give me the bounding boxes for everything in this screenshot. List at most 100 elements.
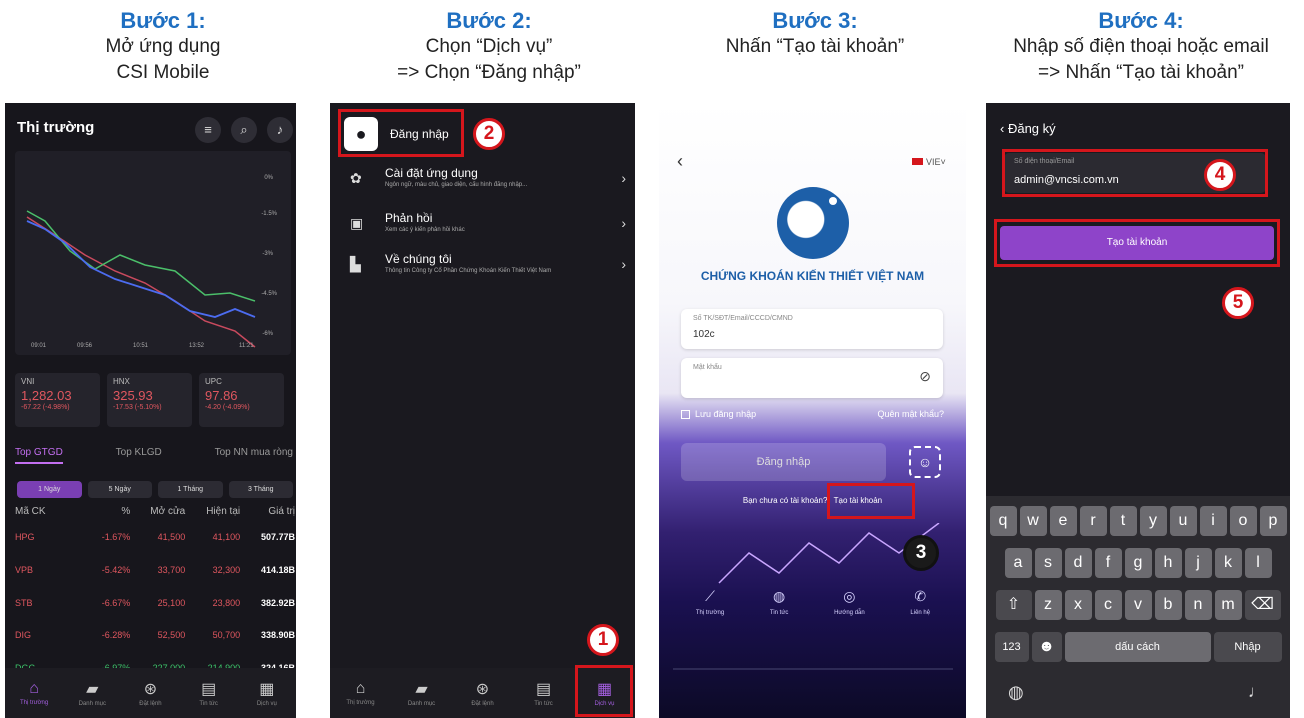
- key[interactable]: h: [1154, 548, 1182, 578]
- table-row[interactable]: DIG -6.28% 52,500 50,700 338.90B: [15, 630, 295, 640]
- globe-icon[interactable]: ◍: [1008, 682, 1024, 703]
- key[interactable]: d: [1064, 548, 1092, 578]
- eye-hidden-icon[interactable]: ⊘: [919, 368, 931, 385]
- index-card-upc[interactable]: UPC 97.86 -4.20 (-4.09%): [199, 373, 284, 427]
- chevron-right-icon: ›: [621, 256, 626, 272]
- key[interactable]: s: [1034, 548, 1062, 578]
- key[interactable]: o: [1229, 506, 1257, 536]
- key[interactable]: k: [1214, 548, 1242, 578]
- nav-label: Đặt lệnh: [471, 701, 494, 707]
- table-row[interactable]: VPB -5.42% 33,700 32,300 414.18B: [15, 565, 295, 575]
- key[interactable]: r: [1079, 506, 1107, 536]
- backspace-key-icon[interactable]: ⌫: [1244, 590, 1281, 620]
- nav-market[interactable]: ⟋ Thị trường: [696, 588, 724, 636]
- back-button[interactable]: ‹ Đăng ký: [1000, 121, 1056, 136]
- username-field[interactable]: Số TK/SĐT/Email/CCCD/CMND 102c: [681, 309, 943, 349]
- forgot-password-link[interactable]: Quên mật khẩu?: [877, 409, 944, 419]
- bell-icon[interactable]: ♪: [267, 117, 293, 143]
- key[interactable]: i: [1199, 506, 1227, 536]
- face-id-icon[interactable]: ☺: [909, 446, 941, 478]
- table-row[interactable]: STB -6.67% 25,100 23,800 382.92B: [15, 598, 295, 608]
- menu-feedback[interactable]: ▣ Phản hồi Xem các ý kiến phản hồi khác …: [350, 211, 626, 245]
- nav-news[interactable]: ▤ Tin tức: [184, 679, 234, 707]
- key[interactable]: t: [1109, 506, 1137, 536]
- tab-top-klgd[interactable]: Top KLGD: [116, 447, 162, 464]
- nav-contact[interactable]: ✆ Liên hệ: [910, 588, 930, 636]
- key[interactable]: q: [989, 506, 1017, 536]
- key[interactable]: e: [1049, 506, 1077, 536]
- index-card-vni[interactable]: VNI 1,282.03 -67.22 (-4.98%): [15, 373, 100, 427]
- search-icon[interactable]: ⌕: [231, 117, 257, 143]
- nav-news[interactable]: ◍ Tin tức: [770, 588, 788, 636]
- red-series-line: [26, 216, 256, 348]
- nav-guide[interactable]: ◎ Hướng dẫn: [834, 588, 865, 636]
- pill-5d[interactable]: 5 Ngày: [87, 481, 152, 498]
- market-chart: 0% -1.5% -3% -4.5% -6% 09:01 09:56 10:51…: [15, 151, 291, 355]
- key[interactable]: a: [1004, 548, 1032, 578]
- language-select[interactable]: VIE˅: [912, 157, 946, 167]
- table-row[interactable]: HPG -1.67% 41,500 41,100 507.77B: [15, 532, 295, 542]
- pill-1m[interactable]: 1 Tháng: [158, 481, 223, 498]
- key[interactable]: l: [1244, 548, 1272, 578]
- shift-key-icon[interactable]: ⇧: [995, 590, 1032, 620]
- space-key[interactable]: dấu cách: [1064, 632, 1211, 662]
- back-chevron-icon[interactable]: ‹: [677, 151, 683, 172]
- filter-icon[interactable]: ≡: [195, 117, 221, 143]
- key-row-2: asdfghjkl: [986, 548, 1290, 578]
- nav-order[interactable]: ⊛ Đặt lệnh: [125, 679, 175, 707]
- step3-title: Bước 3:: [772, 8, 858, 33]
- home-indicator: [673, 668, 953, 670]
- index-change: -67.22 (-4.98%): [21, 404, 70, 411]
- signup-row: Bạn chưa có tài khoản? Tạo tài khoản: [659, 496, 966, 505]
- cell: 41,100: [212, 532, 241, 542]
- remember-login[interactable]: Lưu đăng nhập: [681, 409, 756, 420]
- login-button[interactable]: Đăng nhập: [681, 443, 886, 481]
- step1-title: Bước 1:: [120, 8, 206, 33]
- key[interactable]: n: [1184, 590, 1212, 620]
- numbers-key[interactable]: 123: [994, 632, 1029, 662]
- menu-about[interactable]: ▙ Về chúng tôi Thông tin Công ty Cổ Phần…: [350, 252, 626, 286]
- pill-3m[interactable]: 3 Tháng: [228, 481, 293, 498]
- key[interactable]: u: [1169, 506, 1197, 536]
- home-icon: ⌂: [29, 680, 39, 697]
- top-tabs: Top GTGD Top KLGD Top NN mua ròng: [15, 447, 293, 464]
- nav-portfolio[interactable]: ▰ Danh mục: [67, 679, 117, 707]
- nav-market[interactable]: ⌂ Thị trường: [9, 680, 59, 706]
- key[interactable]: y: [1139, 506, 1167, 536]
- key[interactable]: c: [1094, 590, 1122, 620]
- key[interactable]: b: [1154, 590, 1182, 620]
- key[interactable]: w: [1019, 506, 1047, 536]
- nav-services[interactable]: ▦ Dịch vụ: [242, 679, 292, 707]
- key[interactable]: z: [1034, 590, 1062, 620]
- tab-top-nn[interactable]: Top NN mua ròng: [215, 447, 293, 464]
- flag-icon: [912, 158, 923, 165]
- step4-line2: => Nhấn “Tạo tài khoản”: [1038, 62, 1244, 83]
- nav-news[interactable]: ▤ Tin tức: [519, 679, 569, 707]
- back-label: Đăng ký: [1007, 121, 1056, 136]
- nav-order[interactable]: ⊛ Đặt lệnh: [458, 679, 508, 707]
- tab-top-gtgd[interactable]: Top GTGD: [15, 447, 63, 464]
- x-label: 13:52: [189, 343, 205, 349]
- chevron-right-icon: ›: [621, 170, 626, 186]
- cell: 338.90B: [260, 630, 296, 640]
- index-card-hnx[interactable]: HNX 325.93 -17.53 (-5.10%): [107, 373, 192, 427]
- key[interactable]: x: [1064, 590, 1092, 620]
- nav-market[interactable]: ⌂ Thị trường: [336, 680, 386, 706]
- nav-portfolio[interactable]: ▰ Danh mục: [397, 679, 447, 707]
- key[interactable]: v: [1124, 590, 1152, 620]
- password-field[interactable]: Mật khẩu ⊘: [681, 358, 943, 398]
- enter-key[interactable]: Nhập: [1213, 632, 1282, 662]
- key[interactable]: m: [1214, 590, 1242, 620]
- key[interactable]: j: [1184, 548, 1212, 578]
- checkbox[interactable]: [681, 410, 690, 420]
- emoji-key-icon[interactable]: ☻: [1031, 632, 1062, 662]
- pill-1d[interactable]: 1 Ngày: [17, 481, 82, 498]
- key[interactable]: g: [1124, 548, 1152, 578]
- phone-login-screen: ‹ VIE˅ CHỨNG KHOÁN KIẾN THIẾT VIỆT NAM S…: [659, 103, 966, 718]
- menu-app-settings[interactable]: ✿ Cài đặt ứng dụng Ngôn ngữ, màu chủ, gi…: [350, 166, 626, 200]
- step4-heading: Bước 4: Nhập số điện thoại hoặc email =>…: [978, 8, 1304, 86]
- key[interactable]: f: [1094, 548, 1122, 578]
- key[interactable]: p: [1259, 506, 1287, 536]
- microphone-icon[interactable]: ♩: [1248, 682, 1265, 702]
- cell: -1.67%: [101, 532, 131, 542]
